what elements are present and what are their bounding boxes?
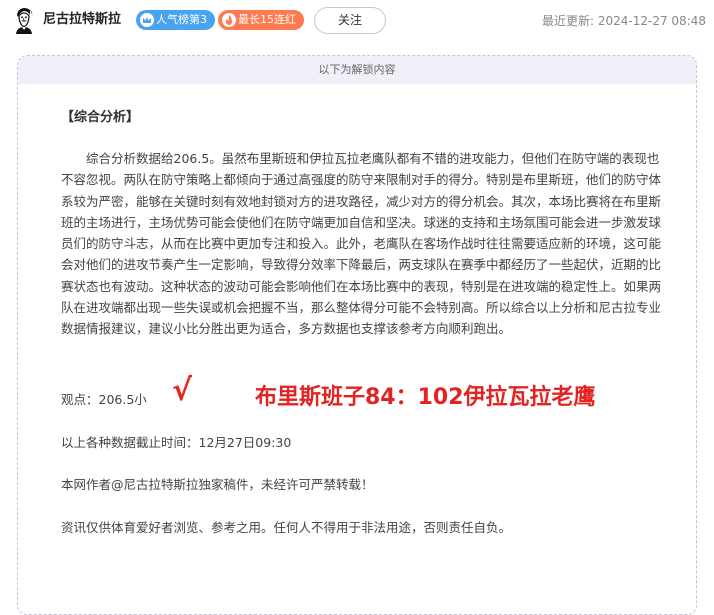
check-mark-icon: √	[172, 373, 193, 408]
unlocked-content-card: 以下为解锁内容 【综合分析】 综合分析数据给206.5。虽然布里斯班和伊拉瓦拉老…	[17, 55, 697, 615]
crown-icon	[140, 13, 154, 27]
flame-icon	[222, 13, 236, 27]
unlock-banner: 以下为解锁内容	[18, 56, 696, 84]
section-title: 【综合分析】	[61, 110, 140, 125]
avatar[interactable]	[12, 6, 36, 34]
author-name[interactable]: 尼古拉特斯拉	[43, 11, 121, 29]
tesla-portrait-avatar-icon	[16, 8, 33, 34]
copyright-notice: 本网作者@尼古拉特斯拉独家稿件，未经许可严禁转载！	[61, 477, 374, 492]
analysis-paragraph: 综合分析数据给206.5。虽然布里斯班和伊拉瓦拉老鹰队都有不错的进攻能力，但他们…	[61, 151, 662, 337]
popularity-badge: 人气榜第3	[136, 10, 215, 30]
update-label: 最近更新:	[541, 14, 595, 28]
article-header: 尼古拉特斯拉 人气榜第3 最长15连红 关注 最近更新: 2024-12-27 …	[0, 0, 714, 42]
update-timestamp: 2024-12-27 08:48	[597, 14, 706, 28]
viewpoint-text: 观点：206.5小	[61, 392, 147, 407]
streak-badge-label: 最长15连红	[238, 13, 296, 26]
disclaimer-notice: 资讯仅供体育爱好者浏览、参考之用。任何人不得用于非法用途，否则责任自负。	[61, 520, 512, 535]
update-time: 最近更新: 2024-12-27 08:48	[542, 12, 706, 29]
follow-button[interactable]: 关注	[314, 7, 386, 34]
data-cutoff-time: 以上各种数据截止时间：12月27日09:30	[61, 435, 292, 450]
streak-badge: 最长15连红	[218, 10, 304, 30]
popularity-badge-label: 人气榜第3	[156, 13, 207, 26]
match-result: 布里斯班子84：102伊拉瓦拉老鹰	[255, 385, 596, 410]
